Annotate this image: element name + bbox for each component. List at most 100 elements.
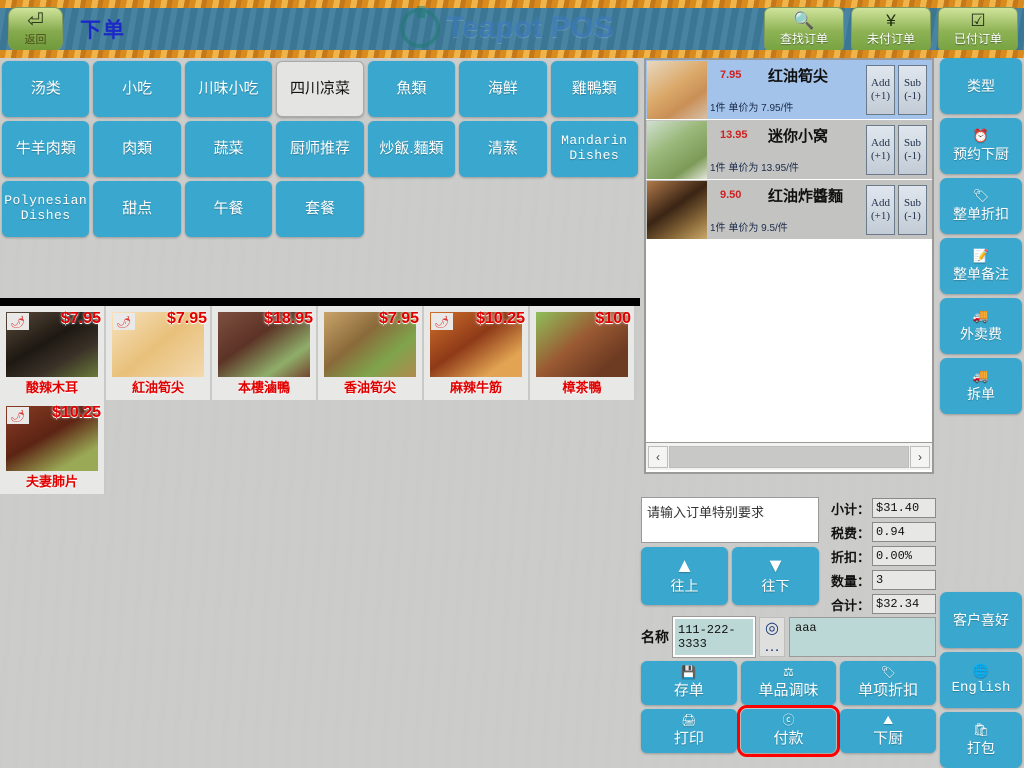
unpaid-orders-label: 未付订单 [866, 32, 915, 46]
spicy-chili-icon: 🌶 [7, 313, 29, 330]
scroll-up-button[interactable]: ▲ 往上 [641, 547, 728, 605]
action-button-4[interactable]: ⓒ 付款 [736, 705, 841, 757]
customer-row: 名称 111-222-3333 ◎ … aaa [641, 615, 936, 659]
discount-tag-icon: 🏷 [972, 187, 990, 203]
category-button-9[interactable]: 蔬菜 [184, 121, 273, 177]
category-button-13[interactable]: Mandarin Dishes [550, 121, 638, 177]
product-tile[interactable]: $7.95 香油筍尖 [318, 306, 424, 400]
scroll-right-icon[interactable]: › [910, 445, 930, 468]
product-tile[interactable]: $18.95 本樓滷鴨 [212, 306, 318, 400]
find-order-button[interactable]: 🔍 查找订单 [764, 7, 844, 52]
customer-phone-input[interactable]: 111-222-3333 [672, 616, 756, 658]
sub-quantity-button[interactable]: Sub (-1) [898, 64, 927, 115]
category-button-0[interactable]: 汤类 [2, 61, 90, 117]
total-label: 小计： [830, 501, 870, 517]
save-disk-icon: 💾 [681, 665, 697, 679]
category-button-8[interactable]: 肉類 [93, 121, 181, 177]
spicy-chili-icon: 🌶 [113, 313, 135, 330]
sidebar-bottom-button-0[interactable]: 客户喜好 [940, 592, 1022, 648]
order-item-thumbnail [647, 61, 707, 119]
back-button[interactable]: ⏎ 返回 [8, 7, 63, 51]
order-item-qty-controls: Add (+1) Sub (-1) [866, 120, 932, 179]
product-name: 紅油筍尖 [131, 380, 184, 395]
add-quantity-button[interactable]: Add (+1) [866, 64, 895, 115]
delivery-truck-icon: 🚚 [972, 307, 990, 323]
product-name: 本樓滷鴨 [237, 380, 290, 395]
order-item-price: 7.95 [720, 69, 742, 81]
sidebar-button-3[interactable]: 📝 整单备注 [940, 238, 1022, 294]
total-value: $31.40 [872, 498, 936, 518]
order-item-row[interactable]: 7.95 红油筍尖 1件 单价为 7.95/件 Add (+1) Sub (-1) [646, 60, 932, 120]
product-name: 麻辣牛筋 [449, 380, 502, 395]
category-button-10[interactable]: 厨师推荐 [276, 121, 364, 177]
scroll-track[interactable] [669, 445, 909, 468]
product-price: $7.95 [166, 310, 207, 327]
action-button-label: 付款 [773, 730, 804, 747]
product-tile[interactable]: $100 樟茶鴨 [530, 306, 636, 400]
category-grid: 汤类 小吃 川味小吃 四川凉菜 魚類 海鲜 雞鴨類牛羊肉類 肉類 蔬菜 厨师推荐 炒飯.麵類 清蒸 Ma… [2, 61, 638, 237]
add-quantity-button[interactable]: Add (+1) [866, 184, 895, 235]
action-button-3[interactable]: 🖨 打印 [641, 709, 737, 753]
action-button-2[interactable]: 🏷 单项折扣 [840, 661, 936, 705]
scroll-down-button[interactable]: ▼ 往下 [732, 547, 819, 605]
order-item-thumbnail [647, 121, 707, 179]
sidebar-bottom-button-1[interactable]: 🌐 English [940, 652, 1022, 708]
order-item-row[interactable]: 9.50 红油炸醬麵 1件 单价为 9.5/件 Add (+1) Sub (-1) [646, 180, 932, 240]
customer-note-input[interactable]: aaa [789, 617, 936, 657]
product-tile[interactable]: 🌶 $10.25 夫妻肺片 [0, 400, 106, 494]
unpaid-orders-button[interactable]: ¥ 未付订单 [851, 7, 931, 52]
order-note-input[interactable]: 请输入订单特别要求 [641, 497, 819, 543]
category-button-16[interactable]: 午餐 [184, 181, 273, 237]
total-label: 数量： [830, 573, 870, 589]
product-panel: 🌶 $7.95 酸辣木耳 🌶 $7.95 紅油筍尖 $18.95 本樓滷鴨 $7.95 香油筍尖 🌶… [0, 306, 640, 496]
order-item-subtext: 1件 单价为 13.95/件 [710, 163, 799, 174]
scroll-left-icon[interactable]: ‹ [648, 445, 668, 468]
product-price: $7.95 [60, 310, 101, 327]
sidebar-button-1[interactable]: ⏰ 预约下厨 [940, 118, 1022, 174]
category-button-7[interactable]: 牛羊肉類 [2, 121, 90, 177]
category-button-3[interactable]: 四川凉菜 [276, 61, 364, 117]
action-button-5[interactable]: ⛰ 下厨 [840, 709, 936, 753]
action-button-0[interactable]: 💾 存单 [641, 661, 737, 705]
teapot-logo-icon [400, 6, 440, 48]
order-item-row[interactable]: 13.95 迷你小窝 1件 单价为 13.95/件 Add (+1) Sub (-1) [646, 120, 932, 180]
sub-quantity-button[interactable]: Sub (-1) [898, 124, 927, 175]
sidebar-button-2[interactable]: 🏷 整单折扣 [940, 178, 1022, 234]
action-button-1[interactable]: ⚖ 单品调味 [740, 661, 837, 705]
order-item-name: 红油炸醬麵 [768, 188, 844, 205]
add-delta: (+1) [870, 209, 891, 222]
sidebar-button-5[interactable]: 🚚 拆单 [940, 358, 1022, 414]
category-button-17[interactable]: 套餐 [276, 181, 364, 237]
product-tile[interactable]: 🌶 $10.25 麻辣牛筋 [424, 306, 530, 400]
total-value: $32.34 [872, 594, 936, 614]
add-quantity-button[interactable]: Add (+1) [866, 124, 895, 175]
product-tile[interactable]: 🌶 $7.95 紅油筍尖 [106, 306, 212, 400]
category-button-11[interactable]: 炒飯.麵類 [367, 121, 456, 177]
category-button-15[interactable]: 甜点 [93, 181, 181, 237]
category-button-1[interactable]: 小吃 [93, 61, 181, 117]
category-button-14[interactable]: Polynesian Dishes [2, 181, 90, 237]
sidebar-button-4[interactable]: 🚚 外卖费 [940, 298, 1022, 354]
search-icon: 🔍 [793, 11, 815, 30]
product-price: $18.95 [264, 310, 313, 327]
order-item-details: 9.50 红油炸醬麵 1件 单价为 9.5/件 [708, 180, 866, 239]
product-divider [0, 298, 640, 306]
category-button-12[interactable]: 清蒸 [459, 121, 547, 177]
sub-quantity-button[interactable]: Sub (-1) [898, 184, 927, 235]
sidebar-bottom-button-2[interactable]: 🛍 打包 [940, 712, 1022, 768]
printer-icon: 🖨 [681, 713, 697, 727]
category-button-6[interactable]: 雞鴨類 [550, 61, 638, 117]
category-button-5[interactable]: 海鲜 [459, 61, 547, 117]
product-tile[interactable]: 🌶 $7.95 酸辣木耳 [0, 306, 106, 400]
alarm-clock-icon: ⏰ [972, 127, 990, 143]
totals-panel: 小计： $31.40 税费： 0.94 折扣： 0.00% 数量： 3 合计： $32.34 [828, 497, 936, 617]
category-button-2[interactable]: 川味小吃 [184, 61, 273, 117]
customer-name-label: 名称 [641, 629, 669, 645]
sidebar-button-label: 整单备注 [953, 265, 1009, 282]
customer-location-button[interactable]: ◎ … [759, 617, 785, 657]
sidebar-button-0[interactable]: 类型 [940, 58, 1022, 114]
category-button-4[interactable]: 魚類 [367, 61, 456, 117]
paid-orders-button[interactable]: ☑ 已付订单 [938, 7, 1018, 52]
kitchen-icon: ⛰ [883, 713, 894, 727]
order-horizontal-scrollbar[interactable]: ‹ › [646, 442, 932, 470]
